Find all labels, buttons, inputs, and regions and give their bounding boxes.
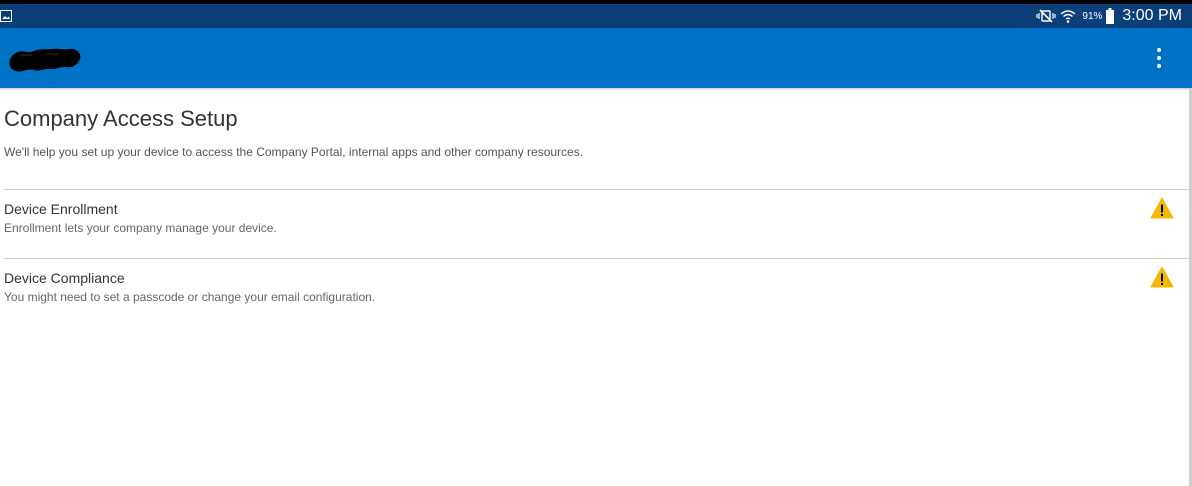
device-enrollment-description: Enrollment lets your company manage your… xyxy=(4,221,277,235)
wifi-icon xyxy=(1060,10,1076,23)
mute-vibrate-icon xyxy=(1036,9,1056,23)
page-subtitle: We'll help you set up your device to acc… xyxy=(4,145,584,159)
menu-dot xyxy=(1157,48,1161,52)
device-compliance-title: Device Compliance xyxy=(4,270,125,286)
status-clock: 3:00 PM xyxy=(1122,7,1182,24)
device-enrollment-item[interactable]: Device Enrollment Enrollment lets your c… xyxy=(0,189,1189,249)
device-enrollment-title: Device Enrollment xyxy=(4,201,118,217)
status-left xyxy=(0,10,12,22)
page-title: Company Access Setup xyxy=(4,106,238,131)
menu-dot xyxy=(1157,56,1161,60)
status-right: 91% 3:00 PM xyxy=(1036,7,1192,25)
device-compliance-item[interactable]: Device Compliance You might need to set … xyxy=(0,258,1189,318)
app-bar xyxy=(0,28,1192,88)
screen: 91% 3:00 PM Company Access Setup We'll h… xyxy=(0,0,1192,486)
menu-dot xyxy=(1157,64,1161,68)
gallery-icon xyxy=(0,10,12,22)
warning-icon xyxy=(1150,266,1174,288)
battery-percent: 91% xyxy=(1082,10,1103,22)
device-compliance-description: You might need to set a passcode or chan… xyxy=(4,290,376,304)
battery-icon xyxy=(1106,8,1115,24)
more-vert-icon[interactable] xyxy=(1154,48,1164,68)
status-bar: 91% 3:00 PM xyxy=(0,0,1192,28)
app-logo xyxy=(9,48,81,72)
warning-icon xyxy=(1150,197,1174,219)
